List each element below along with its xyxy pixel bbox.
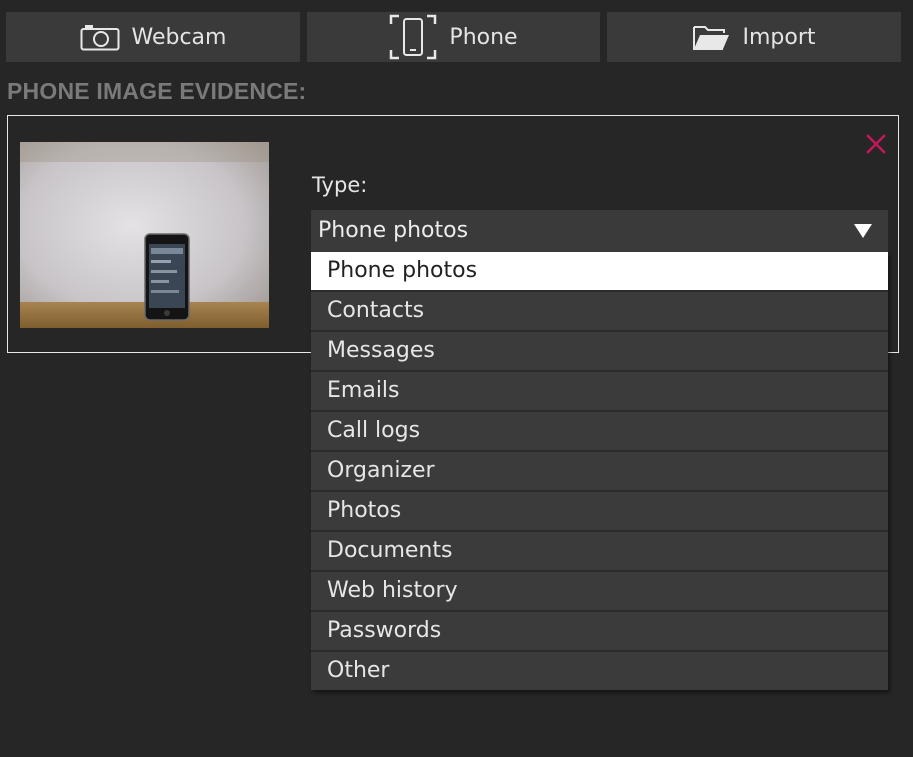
phone-icon (389, 14, 437, 60)
type-select-value: Phone photos (318, 218, 469, 243)
camera-icon (80, 23, 120, 51)
dropdown-option-documents[interactable]: Documents (311, 532, 888, 572)
dropdown-option-phone-photos[interactable]: Phone photos (311, 252, 888, 292)
type-select[interactable]: Phone photos (311, 210, 888, 252)
dropdown-option-call-logs[interactable]: Call logs (311, 412, 888, 452)
dropdown-option-contacts[interactable]: Contacts (311, 292, 888, 332)
type-label: Type: (312, 173, 368, 197)
close-icon[interactable] (864, 132, 888, 156)
triangle-down-icon (853, 223, 873, 243)
dropdown-option-messages[interactable]: Messages (311, 332, 888, 372)
webcam-label: Webcam (131, 24, 227, 50)
dropdown-option-photos[interactable]: Photos (311, 492, 888, 532)
webcam-button[interactable]: Webcam (6, 12, 300, 62)
dropdown-option-passwords[interactable]: Passwords (311, 612, 888, 652)
import-label: Import (742, 24, 816, 50)
evidence-thumbnail[interactable] (20, 142, 269, 328)
section-title: PHONE IMAGE EVIDENCE: (7, 78, 307, 104)
phone-label: Phone (449, 24, 518, 50)
folder-icon (692, 23, 730, 51)
phone-button[interactable]: Phone (307, 12, 600, 62)
dropdown-option-web-history[interactable]: Web history (311, 572, 888, 612)
type-dropdown-list: Phone photos Contacts Messages Emails Ca… (311, 252, 888, 690)
import-button[interactable]: Import (607, 12, 901, 62)
dropdown-option-emails[interactable]: Emails (311, 372, 888, 412)
dropdown-option-other[interactable]: Other (311, 652, 888, 690)
dropdown-option-organizer[interactable]: Organizer (311, 452, 888, 492)
